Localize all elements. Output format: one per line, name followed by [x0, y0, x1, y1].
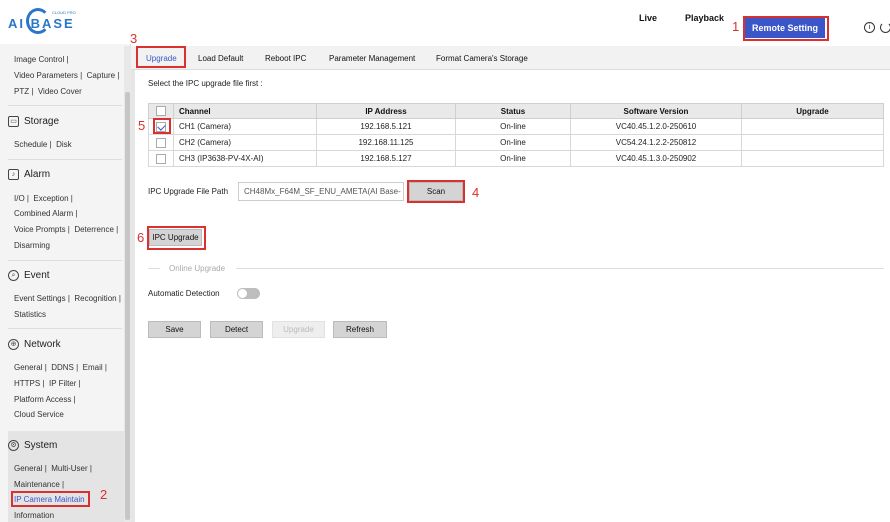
- highlight-box-5: [153, 118, 171, 134]
- info-icon[interactable]: i: [864, 22, 875, 33]
- highlight-box-6: [147, 226, 206, 250]
- sidebar-link-disarming[interactable]: Disarming: [14, 241, 50, 250]
- highlight-box-2: [11, 491, 90, 507]
- tab-reboot-ipc[interactable]: Reboot IPC: [265, 54, 306, 63]
- gear-icon: ⚙: [8, 439, 19, 451]
- ipc-table: Channel IP Address Status Software Versi…: [148, 103, 884, 167]
- search-icon: ⌕: [8, 269, 19, 281]
- annotation-5: 5: [138, 118, 146, 133]
- sidebar-link-statistics[interactable]: Statistics: [14, 310, 46, 319]
- instruction-text: Select the IPC upgrade file first :: [148, 79, 263, 88]
- col-software-version: Software Version: [570, 103, 742, 119]
- sidebar-section-network: ⊕ Network: [8, 337, 122, 351]
- annotation-6: 6: [137, 230, 145, 245]
- automatic-detection-toggle[interactable]: [237, 288, 260, 299]
- online-upgrade-label: Online Upgrade: [169, 264, 226, 273]
- upgrade-button[interactable]: Upgrade: [272, 321, 325, 338]
- save-button[interactable]: Save: [148, 321, 201, 338]
- annotation-1: 1: [732, 19, 740, 34]
- sidebar-link-network-general[interactable]: General | DDNS | Email |: [14, 363, 107, 372]
- sidebar-link-voice-prompts[interactable]: Voice Prompts | Deterrence |: [14, 225, 118, 234]
- col-status: Status: [455, 103, 571, 119]
- sidebar-link-io[interactable]: I/O | Exception |: [14, 194, 73, 203]
- tab-parameter-management[interactable]: Parameter Management: [329, 54, 415, 63]
- col-channel: Channel: [173, 103, 317, 119]
- table-row: CH2 (Camera) 192.168.11.125 On-line VC54…: [148, 134, 884, 151]
- col-ip-address: IP Address: [316, 103, 456, 119]
- sidebar-link-maintenance[interactable]: Maintenance |: [14, 480, 64, 489]
- sidebar-link-event-settings[interactable]: Event Settings | Recognition |: [14, 294, 121, 303]
- detect-button[interactable]: Detect: [210, 321, 263, 338]
- brand-logo: AI BASE CLOUD PRO: [8, 6, 78, 36]
- col-upgrade: Upgrade: [741, 103, 884, 119]
- tab-load-default[interactable]: Load Default: [198, 54, 243, 63]
- nav-live[interactable]: Live: [639, 13, 657, 23]
- sidebar-scroll-thumb[interactable]: [125, 92, 130, 520]
- highlight-box-4: [407, 180, 465, 203]
- globe-icon: ⊕: [8, 338, 19, 350]
- sidebar-section-event: ⌕ Event: [8, 268, 122, 282]
- bell-icon: ♪: [8, 168, 19, 180]
- annotation-3: 3: [130, 31, 138, 46]
- sidebar-link-video-parameters[interactable]: Video Parameters | Capture |: [14, 71, 119, 80]
- sidebar-link-schedule[interactable]: Schedule | Disk: [14, 140, 72, 149]
- nav-playback[interactable]: Playback: [685, 13, 724, 23]
- highlight-box-3: [136, 46, 186, 68]
- tab-format-camera-storage[interactable]: Format Camera's Storage: [436, 54, 528, 63]
- main-scrollbar[interactable]: [131, 70, 135, 522]
- file-path-label: IPC Upgrade File Path: [148, 187, 229, 196]
- annotation-4: 4: [472, 185, 480, 200]
- file-path-input[interactable]: CH48Mx_F64M_SF_ENU_AMETA(AI Base-: [238, 182, 404, 201]
- sidebar-link-combined-alarm[interactable]: Combined Alarm |: [14, 209, 77, 218]
- sidebar-link-platform-access[interactable]: Platform Access |: [14, 395, 76, 404]
- storage-icon: ▭: [8, 115, 19, 127]
- table-row: CH3 (IP3638-PV-4X-AI) 192.168.5.127 On-l…: [148, 150, 884, 167]
- sidebar-link-cloud-service[interactable]: Cloud Service: [14, 410, 64, 419]
- refresh-button[interactable]: Refresh: [333, 321, 387, 338]
- sidebar-section-storage: ▭ Storage: [8, 114, 122, 128]
- sidebar-link-ptz[interactable]: PTZ | Video Cover: [14, 87, 82, 96]
- sidebar-section-alarm: ♪ Alarm: [8, 167, 122, 181]
- highlight-box-1: [743, 16, 829, 41]
- annotation-2: 2: [100, 487, 108, 502]
- sidebar-link-https[interactable]: HTTPS | IP Filter |: [14, 379, 81, 388]
- row-checkbox-ch2[interactable]: [156, 137, 166, 148]
- automatic-detection-label: Automatic Detection: [148, 289, 220, 298]
- power-icon[interactable]: [880, 22, 890, 33]
- sidebar-link-system-general[interactable]: General | Multi-User |: [14, 464, 92, 473]
- sidebar-link-information[interactable]: Information: [14, 511, 54, 520]
- select-all-checkbox[interactable]: [156, 106, 166, 116]
- sidebar-section-system: ⚙ System: [8, 438, 122, 452]
- table-row: CH1 (Camera) 192.168.5.121 On-line VC40.…: [148, 118, 884, 135]
- sidebar-link-image-control[interactable]: Image Control |: [14, 55, 69, 64]
- row-checkbox-ch3[interactable]: [156, 153, 166, 164]
